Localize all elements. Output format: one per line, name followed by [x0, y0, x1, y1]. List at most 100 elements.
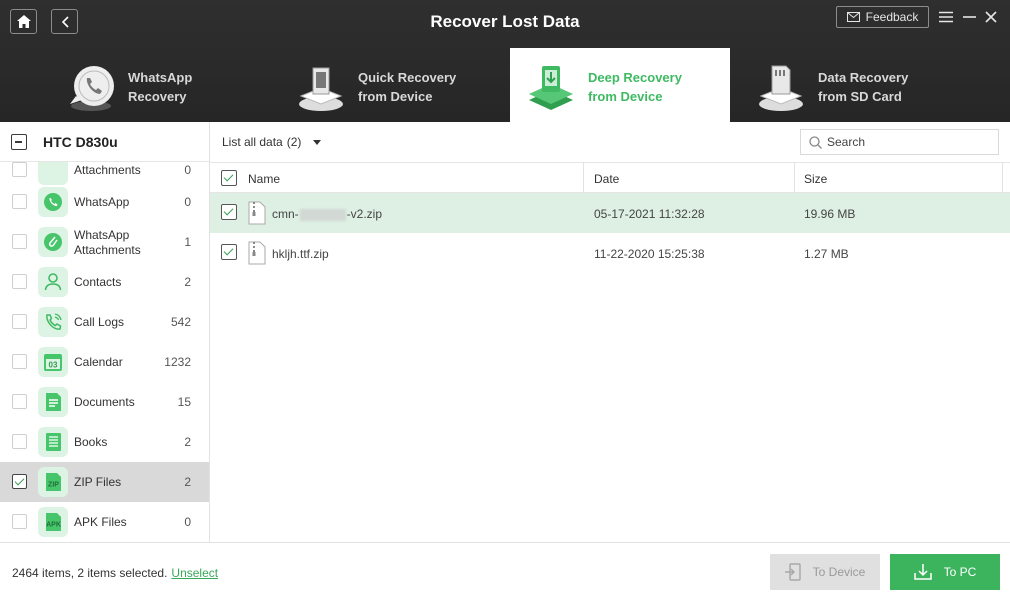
to-device-label: To Device — [812, 565, 866, 579]
category-count: 2 — [184, 475, 191, 489]
selection-status: 2464 items, 2 items selected. Unselect — [12, 566, 218, 580]
category-count: 2 — [184, 275, 191, 289]
select-all-checkbox[interactable] — [221, 170, 237, 186]
column-header-size[interactable]: Size — [804, 172, 827, 186]
category-checkbox[interactable] — [12, 274, 27, 289]
to-pc-label: To PC — [943, 565, 977, 579]
whatsapp-phone-icon — [70, 66, 114, 111]
feedback-button[interactable]: Feedback — [836, 6, 929, 28]
sidebar-item-calendar[interactable]: 03 Calendar 1232 — [0, 342, 209, 382]
category-label: Documents — [74, 395, 135, 409]
category-checkbox[interactable] — [12, 474, 27, 489]
to-pc-button[interactable]: To PC — [890, 554, 1000, 590]
category-label: Call Logs — [74, 315, 125, 329]
category-count: 0 — [184, 515, 191, 529]
category-label: Books — [74, 435, 108, 449]
device-name: HTC D830u — [43, 134, 118, 150]
category-count: 1 — [184, 235, 191, 249]
file-date: 05-17-2021 11:32:28 — [594, 207, 705, 221]
category-checkbox[interactable] — [12, 194, 27, 209]
device-select-all-checkbox[interactable] — [11, 134, 27, 150]
row-checkbox[interactable] — [221, 244, 237, 260]
column-divider[interactable] — [794, 163, 795, 193]
file-list-panel: List all data (2) Name Date Size cmn--v2… — [210, 122, 1010, 542]
search-box[interactable] — [800, 129, 999, 155]
minimize-button[interactable] — [961, 9, 977, 25]
sidebar-item-apk-files[interactable]: APK APK Files 0 — [0, 502, 209, 542]
category-label: WhatsApp — [74, 195, 130, 209]
list-filter-dropdown[interactable]: List all data (2) — [222, 135, 322, 149]
hamburger-menu-icon — [939, 11, 953, 23]
category-label: ZIP Files — [74, 475, 122, 489]
tab-label: WhatsApp Recovery — [128, 70, 193, 104]
column-header-date[interactable]: Date — [594, 172, 619, 186]
whatsapp-attachment-icon — [38, 227, 68, 257]
filter-label: List all data — [222, 135, 283, 149]
category-checkbox[interactable] — [12, 234, 27, 249]
category-checkbox[interactable] — [12, 162, 27, 177]
table-row[interactable]: hkljh.ttf.zip 11-22-2020 15:25:38 1.27 M… — [210, 233, 1010, 273]
apk-icon: APK — [38, 507, 68, 537]
feedback-label: Feedback — [865, 10, 919, 24]
close-button[interactable] — [983, 9, 999, 25]
category-checkbox[interactable] — [12, 354, 27, 369]
category-label: Attachments — [74, 163, 141, 177]
download-to-pc-icon — [913, 564, 932, 580]
file-size: 1.27 MB — [804, 247, 849, 261]
tab-whatsapp-recovery[interactable]: WhatsApp Recovery — [50, 48, 270, 122]
category-sidebar: HTC D830u Attachments 0 WhatsApp 0 Whats… — [0, 122, 210, 542]
column-divider[interactable] — [1002, 163, 1003, 193]
column-header-name[interactable]: Name — [248, 172, 280, 186]
search-icon — [809, 136, 822, 149]
calendar-icon: 03 — [38, 347, 68, 377]
sidebar-item-contacts[interactable]: Contacts 2 — [0, 262, 209, 302]
tab-quick-recovery[interactable]: Quick Recovery from Device — [280, 48, 500, 122]
mail-icon — [846, 12, 860, 22]
sidebar-item-call-logs[interactable]: Call Logs 542 — [0, 302, 209, 342]
menu-button[interactable] — [938, 9, 954, 25]
category-checkbox[interactable] — [12, 514, 27, 529]
table-row[interactable]: cmn- -v2.zip 05-17-2021 11:32:28 19.96 MB — [210, 193, 1010, 233]
app-window: Recover Lost Data Feedback WhatsApp Reco… — [0, 0, 1010, 600]
status-text: 2464 items, 2 items selected. — [12, 566, 168, 580]
title-bar: Recover Lost Data Feedback WhatsApp Reco… — [0, 0, 1010, 122]
svg-text:APK: APK — [46, 522, 61, 529]
whatsapp-icon — [38, 187, 68, 217]
tab-label: Quick Recovery from Device — [358, 70, 457, 104]
category-checkbox[interactable] — [12, 314, 27, 329]
category-count: 0 — [184, 163, 191, 177]
tab-deep-recovery[interactable]: Deep Recovery from Device — [510, 48, 730, 122]
sidebar-item-books[interactable]: Books 2 — [0, 422, 209, 462]
category-checkbox[interactable] — [12, 434, 27, 449]
filter-count: (2) — [286, 135, 302, 149]
zip-file-icon — [248, 241, 266, 265]
category-label: Contacts — [74, 275, 122, 289]
sd-card-icon — [759, 65, 803, 111]
search-input[interactable] — [827, 134, 992, 150]
svg-text:ZIP: ZIP — [48, 482, 59, 489]
to-device-button[interactable]: To Device — [770, 554, 880, 590]
tab-sd-card-recovery[interactable]: Data Recovery from SD Card — [740, 48, 960, 122]
redacted-text — [299, 208, 346, 221]
contacts-icon — [38, 267, 68, 297]
file-name: cmn- -v2.zip — [272, 207, 383, 221]
column-divider[interactable] — [583, 163, 584, 193]
category-label: Calendar — [74, 355, 123, 369]
category-label: APK Files — [74, 515, 127, 529]
unselect-link[interactable]: Unselect — [171, 566, 218, 580]
status-bar: 2464 items, 2 items selected. Unselect To… — [0, 542, 1010, 600]
category-count: 15 — [177, 395, 191, 409]
zip-file-icon — [248, 201, 266, 225]
tab-label: Data Recovery from SD Card — [818, 70, 909, 104]
sidebar-item-documents[interactable]: Documents 15 — [0, 382, 209, 422]
category-count: 0 — [184, 195, 191, 209]
sidebar-item-whatsapp-attachments[interactable]: WhatsApp Attachments 1 — [0, 222, 209, 262]
minimize-icon — [962, 16, 976, 18]
sidebar-item-whatsapp[interactable]: WhatsApp 0 — [0, 182, 209, 222]
category-checkbox[interactable] — [12, 394, 27, 409]
row-checkbox[interactable] — [221, 204, 237, 220]
zip-icon: ZIP — [38, 467, 68, 497]
sidebar-item-zip-files[interactable]: ZIP ZIP Files 2 — [0, 462, 209, 502]
documents-icon — [38, 387, 68, 417]
category-count: 1232 — [164, 355, 191, 369]
